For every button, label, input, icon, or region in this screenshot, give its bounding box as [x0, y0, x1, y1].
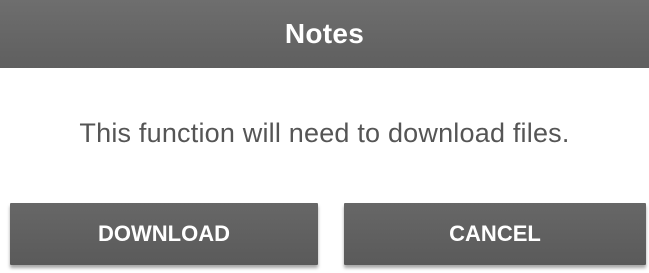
notes-dialog: Notes This function will need to downloa…	[0, 0, 649, 273]
dialog-title-bar: Notes	[0, 0, 649, 68]
dialog-message: This function will need to download file…	[79, 117, 570, 148]
dialog-title: Notes	[284, 18, 365, 49]
dialog-button-row: DOWNLOAD CANCEL	[0, 198, 649, 273]
cancel-button[interactable]: CANCEL	[344, 203, 646, 265]
dialog-message-area: This function will need to download file…	[0, 68, 649, 198]
download-button[interactable]: DOWNLOAD	[10, 203, 318, 265]
